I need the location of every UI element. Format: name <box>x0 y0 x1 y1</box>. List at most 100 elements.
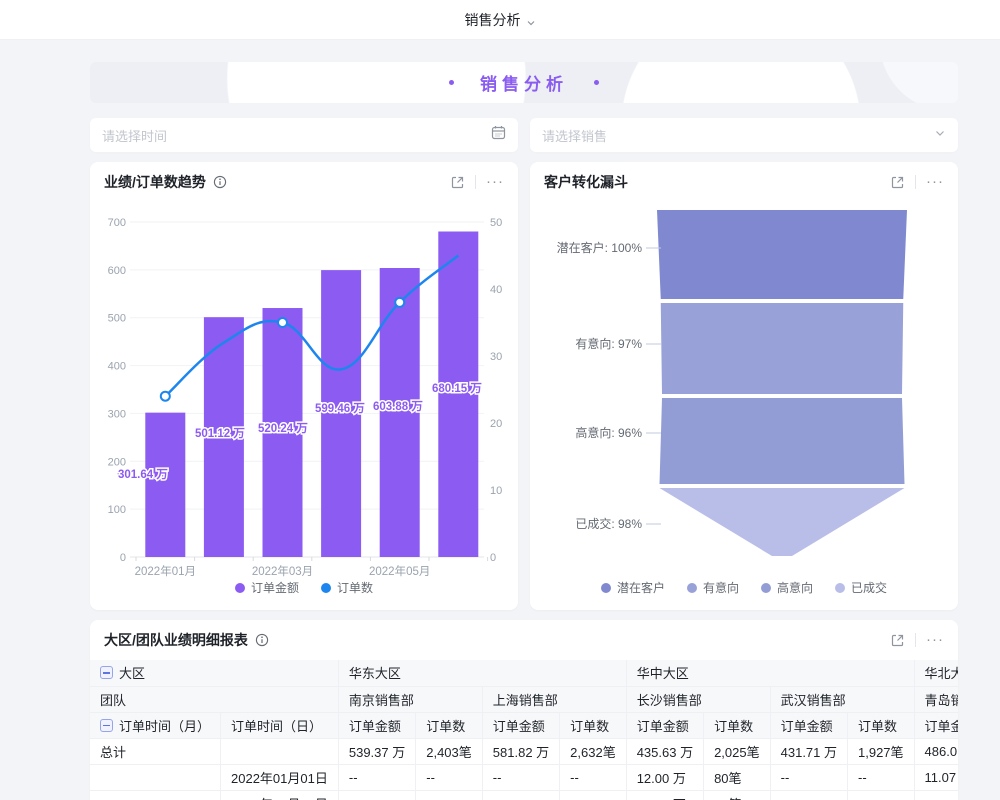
cell-value: -- <box>770 764 847 790</box>
cell-day: 2022年01月02日 <box>221 790 339 800</box>
bar-2022年01月[interactable] <box>145 413 185 557</box>
y-left-tick-label: 0 <box>120 552 126 564</box>
cell-value <box>482 790 559 800</box>
funnel-stage-label: 已成交: 98% <box>575 516 642 531</box>
legend-label: 潜在客户 <box>617 579 665 596</box>
bar-value-label: 680.15 万 <box>432 382 482 395</box>
legend-label: 已成交 <box>851 579 887 596</box>
trend-chart-card: 业绩/订单数趋势 ··· 010020030040050060070001020… <box>90 162 518 610</box>
bar-value-label: 301.64 万 <box>118 468 168 481</box>
header-cell-订单金额: 订单金额 <box>482 712 559 738</box>
trend-chart-canvas[interactable]: 0100200300400500600700010203040502022年01… <box>90 200 518 585</box>
cell-day <box>221 738 339 764</box>
chevron-down-icon[interactable] <box>526 15 536 25</box>
table-row-region: 大区 华东大区华中大区华北大区 <box>90 660 958 686</box>
header-cell-华北大区: 华北大区 <box>914 660 958 686</box>
bar-value-label: 599.46 万 <box>315 402 365 415</box>
funnel-segment-已成交[interactable] <box>660 488 905 556</box>
legend-item-已成交[interactable]: 已成交 <box>835 579 887 596</box>
expand-icon[interactable] <box>889 174 905 190</box>
funnel-stage-label: 高意向: 96% <box>575 425 642 440</box>
cell-value: 11.07 <box>914 764 958 790</box>
header-divider <box>915 633 916 647</box>
cell-month <box>90 764 221 790</box>
cell-value <box>338 790 415 800</box>
collapse-icon[interactable] <box>100 666 113 679</box>
y-left-tick-label: 400 <box>108 361 126 373</box>
cell-value: 539.37 万 <box>338 738 415 764</box>
legend-item-高意向[interactable]: 高意向 <box>761 579 813 596</box>
header-divider <box>915 175 916 189</box>
legend-dot <box>321 583 331 593</box>
cell-value <box>770 790 847 800</box>
bar-value-label: 501.12 万 <box>195 427 245 440</box>
cell-value: 581.82 万 <box>482 738 559 764</box>
funnel-segment-有意向[interactable] <box>661 303 904 394</box>
header-cell-订单数: 订单数 <box>416 712 483 738</box>
header-divider <box>475 175 476 189</box>
dashboard-content: 销售分析 请选择时间 请选择销售 业绩/订单数趋势 <box>90 62 958 800</box>
collapse-icon[interactable] <box>100 719 113 732</box>
legend-item-有意向[interactable]: 有意向 <box>687 579 739 596</box>
info-icon[interactable] <box>254 632 270 648</box>
line-point[interactable] <box>395 298 404 307</box>
y-left-tick-label: 100 <box>108 504 126 516</box>
calendar-icon <box>491 125 506 145</box>
table-row-team: 团队南京销售部上海销售部长沙销售部武汉销售部青岛销售部 <box>90 686 958 712</box>
cell-value <box>416 790 483 800</box>
header-cell-上海销售部: 上海销售部 <box>482 686 626 712</box>
cell-value <box>560 790 627 800</box>
header-cell-order-month: 订单时间（月） <box>90 712 221 738</box>
expand-icon[interactable] <box>889 632 905 648</box>
table-row: 2022年01月01日--------12.00 万80笔----11.07 <box>90 764 958 790</box>
x-tick-label: 2022年01月 <box>135 564 196 578</box>
dashboard-banner: 销售分析 <box>90 62 958 103</box>
table-row: 2022年01月02日22.05 万98笔 <box>90 790 958 800</box>
header-cell-订单数: 订单数 <box>560 712 627 738</box>
header-cell-华中大区: 华中大区 <box>626 660 914 686</box>
legend-dot <box>687 583 697 593</box>
legend-label: 订单数 <box>337 579 373 596</box>
legend-item-订单金额[interactable]: 订单金额 <box>235 579 299 596</box>
legend-item-潜在客户[interactable]: 潜在客户 <box>601 579 665 596</box>
funnel-segment-高意向[interactable] <box>660 398 905 484</box>
y-right-tick-label: 10 <box>490 485 502 497</box>
funnel-chart-legend: 潜在客户 有意向 高意向 已成交 <box>530 579 958 596</box>
banner-title: 销售分析 <box>480 70 568 95</box>
y-left-tick-label: 600 <box>108 265 126 277</box>
info-icon[interactable] <box>212 174 228 190</box>
y-right-tick-label: 30 <box>490 351 502 363</box>
more-icon[interactable]: ··· <box>486 178 504 186</box>
cell-month: 总计 <box>90 738 221 764</box>
cell-value: 22.05 万 <box>626 790 703 800</box>
funnel-segment-潜在客户[interactable] <box>657 210 907 299</box>
line-point[interactable] <box>278 318 287 327</box>
header-cell-华东大区: 华东大区 <box>338 660 626 686</box>
funnel-card-title: 客户转化漏斗 <box>544 172 628 192</box>
y-right-tick-label: 20 <box>490 418 502 430</box>
cell-value: -- <box>416 764 483 790</box>
y-left-tick-label: 200 <box>108 456 126 468</box>
sales-filter-select[interactable]: 请选择销售 <box>530 118 958 152</box>
more-icon[interactable]: ··· <box>926 178 944 186</box>
funnel-chart-card: 客户转化漏斗 ··· 潜在客户: 100%有意向: 97%高意向: 96%已成交… <box>530 162 958 610</box>
more-icon[interactable]: ··· <box>926 636 944 644</box>
table-header-label: 大区 <box>119 663 145 682</box>
cell-value: 1,927笔 <box>848 738 915 764</box>
time-filter-input[interactable]: 请选择时间 <box>90 118 518 152</box>
expand-icon[interactable] <box>449 174 465 190</box>
table-header-label: 订单时间（月） <box>119 716 210 735</box>
funnel-stage-label: 有意向: 97% <box>575 336 642 351</box>
cell-value: 435.63 万 <box>626 738 703 764</box>
cell-value: 80笔 <box>704 764 771 790</box>
y-right-tick-label: 50 <box>490 217 502 229</box>
line-point[interactable] <box>161 392 170 401</box>
chevron-down-icon <box>934 126 946 144</box>
cell-month <box>90 790 221 800</box>
page-title[interactable]: 销售分析 <box>465 10 521 30</box>
funnel-chart-canvas[interactable]: 潜在客户: 100%有意向: 97%高意向: 96%已成交: 98% <box>530 202 958 582</box>
header-cell-订单数: 订单数 <box>704 712 771 738</box>
legend-item-订单数[interactable]: 订单数 <box>321 579 373 596</box>
cell-value: 12.00 万 <box>626 764 703 790</box>
legend-label: 订单金额 <box>251 579 299 596</box>
